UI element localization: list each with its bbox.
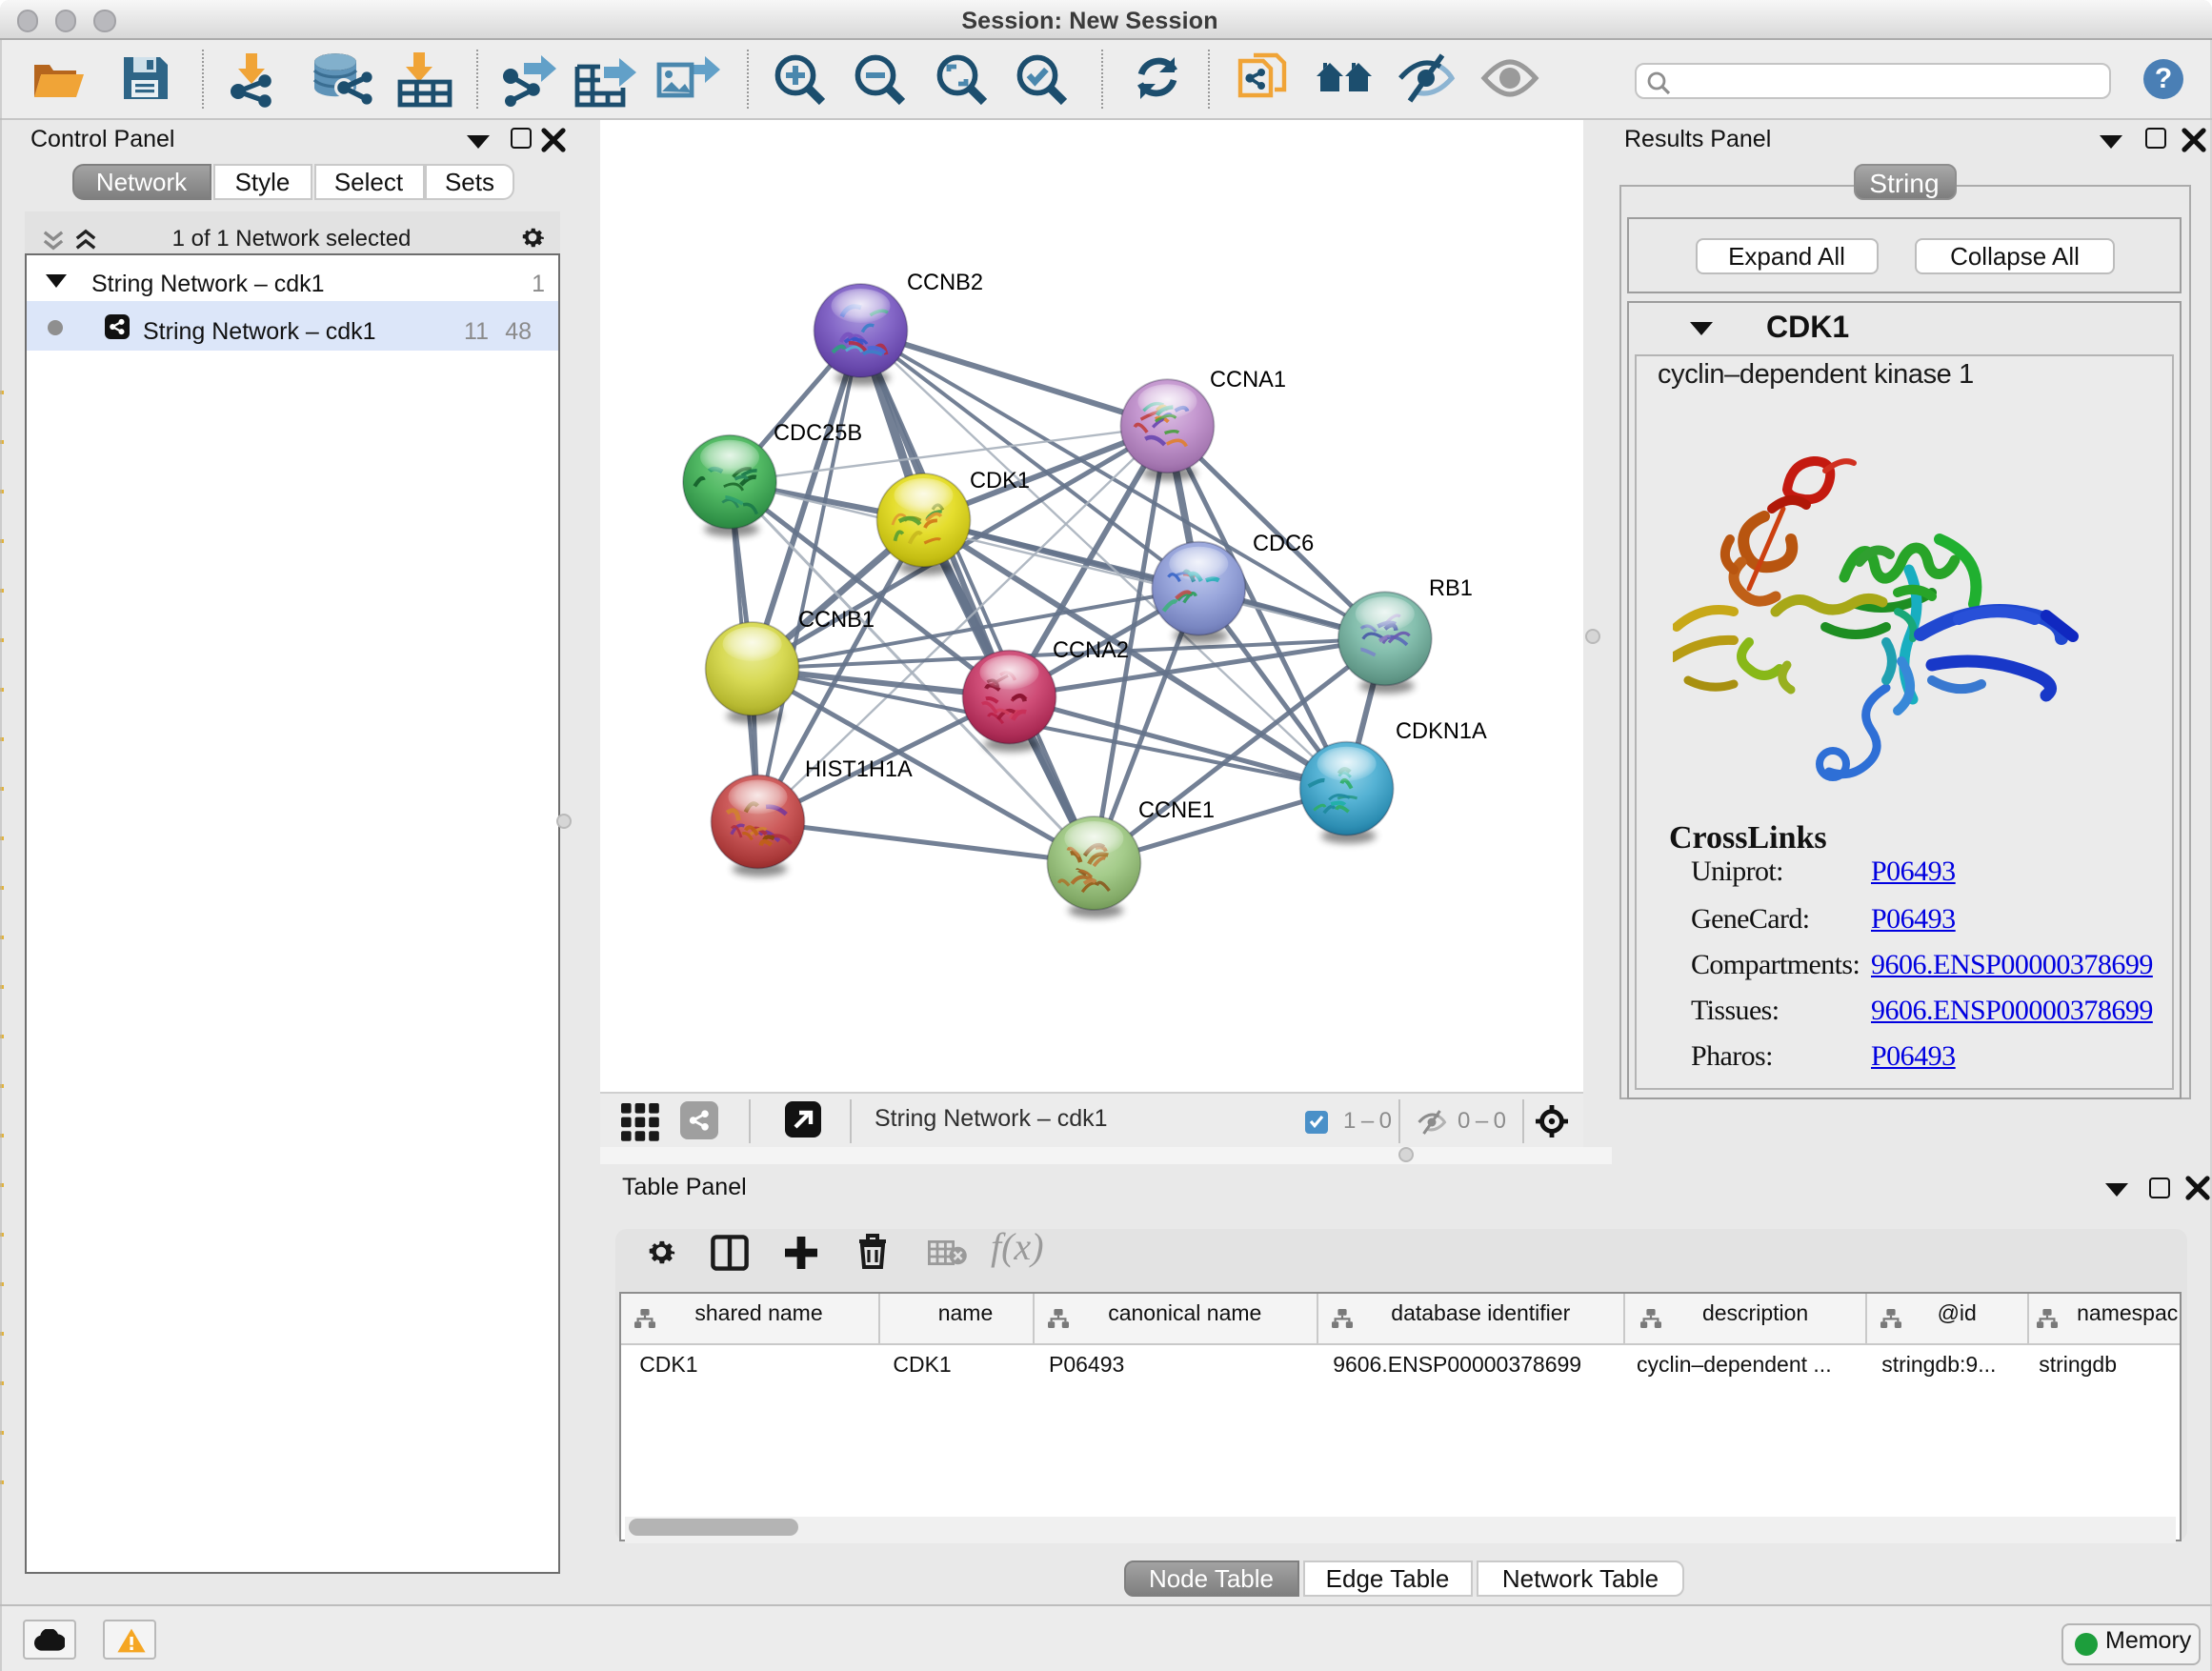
svg-text:CCNB1: CCNB1 [798, 608, 875, 633]
svg-text:CCNB2: CCNB2 [907, 271, 983, 295]
svg-text:CCNA1: CCNA1 [1210, 368, 1286, 393]
svg-text:CDKN1A: CDKN1A [1396, 719, 1487, 744]
svg-text:CCNE1: CCNE1 [1138, 798, 1215, 823]
svg-text:HIST1H1A: HIST1H1A [805, 757, 913, 782]
svg-text:CDC6: CDC6 [1253, 532, 1314, 556]
svg-text:CDK1: CDK1 [970, 469, 1030, 493]
svg-text:CCNA2: CCNA2 [1053, 638, 1129, 663]
svg-text:RB1: RB1 [1429, 576, 1473, 601]
svg-text:CDC25B: CDC25B [774, 421, 862, 446]
